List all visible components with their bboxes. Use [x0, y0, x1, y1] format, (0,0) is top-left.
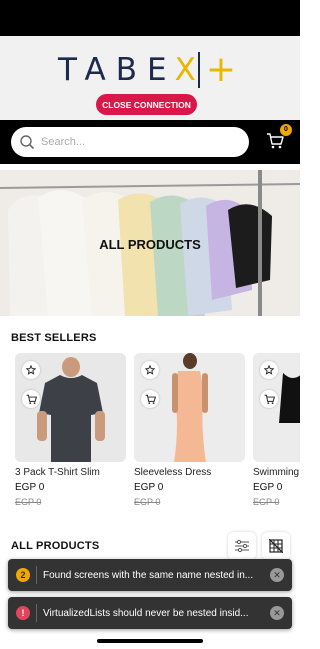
add-to-cart-button[interactable] — [22, 390, 40, 408]
error-badge: ! — [16, 606, 30, 620]
error-toast[interactable]: ! VirtualizedLists should never be neste… — [8, 597, 292, 629]
product-price: EGP 0 — [134, 482, 164, 493]
product-image[interactable] — [15, 353, 126, 462]
cart-icon — [145, 394, 156, 404]
home-indicator — [97, 639, 203, 643]
logo-divider — [197, 52, 200, 88]
product-card[interactable]: 3 Pack T-Shirt Slim EGP 0 EGP 0 — [15, 353, 126, 507]
all-products-title: ALL PRODUCTS — [11, 540, 100, 552]
logo-x: X — [174, 52, 196, 88]
close-icon[interactable]: ✕ — [270, 568, 284, 582]
toast-divider — [36, 566, 37, 584]
close-icon[interactable]: ✕ — [270, 606, 284, 620]
search-input[interactable] — [41, 136, 231, 148]
toast-divider — [36, 604, 37, 622]
product-image[interactable] — [253, 353, 300, 462]
product-card[interactable]: Swimming EGP 0 EGP 0 — [253, 353, 300, 507]
brand-logo: TABE X + — [58, 50, 248, 90]
product-image[interactable] — [134, 353, 245, 462]
star-icon — [145, 365, 155, 375]
search-icon — [19, 134, 35, 150]
toast-message: VirtualizedLists should never be nested … — [43, 607, 249, 619]
status-bar — [0, 0, 300, 36]
search-box[interactable] — [11, 127, 249, 157]
hero-title: ALL PRODUCTS — [99, 237, 201, 252]
filter-button[interactable] — [228, 532, 256, 560]
product-name: Sleeveless Dress — [134, 467, 212, 478]
close-connection-button[interactable]: CLOSE CONNECTION — [96, 94, 197, 115]
star-icon — [264, 365, 274, 375]
product-name: Swimming — [253, 467, 300, 478]
favorite-button[interactable] — [141, 361, 159, 379]
product-card[interactable]: Sleeveless Dress EGP 0 EGP 0 — [134, 353, 245, 507]
star-icon — [26, 365, 36, 375]
warning-toast[interactable]: 2 Found screens with the same name neste… — [8, 559, 292, 591]
add-to-cart-button[interactable] — [260, 390, 278, 408]
product-name: 3 Pack T-Shirt Slim — [15, 467, 100, 478]
cart-icon — [26, 394, 37, 404]
product-old-price: EGP 0 — [134, 497, 161, 507]
sliders-icon — [235, 539, 249, 553]
warning-count-badge: 2 — [16, 568, 30, 582]
toast-message: Found screens with the same name nested … — [43, 569, 254, 581]
grid-off-icon — [269, 539, 283, 553]
product-old-price: EGP 0 — [253, 497, 280, 507]
favorite-button[interactable] — [260, 361, 278, 379]
product-old-price: EGP 0 — [15, 497, 42, 507]
grid-view-button[interactable] — [262, 532, 290, 560]
favorite-button[interactable] — [22, 361, 40, 379]
logo-plus: + — [205, 49, 237, 90]
logo-text: TABE — [58, 52, 177, 88]
cart-icon — [264, 394, 275, 404]
cart-badge: 0 — [280, 124, 292, 136]
add-to-cart-button[interactable] — [141, 390, 159, 408]
product-price: EGP 0 — [15, 482, 45, 493]
best-sellers-title: BEST SELLERS — [11, 332, 97, 344]
product-price: EGP 0 — [253, 482, 283, 493]
